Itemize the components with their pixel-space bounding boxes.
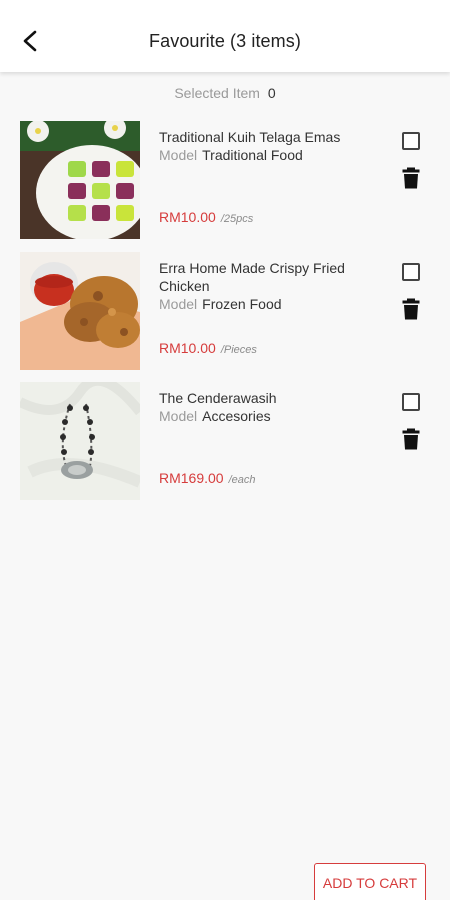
item-price: RM10.00 — [159, 209, 216, 225]
fried-chicken-image — [20, 252, 140, 370]
item-model: Model Traditional Food — [159, 146, 379, 164]
trash-icon[interactable] — [402, 428, 420, 450]
item-unit: /Pieces — [220, 344, 257, 356]
item-model-value: Accesories — [202, 408, 271, 424]
item-price: RM10.00 — [159, 340, 216, 356]
item-info: Erra Home Made Crispy Fried Chicken Mode… — [159, 259, 379, 313]
item-name[interactable]: Traditional Kuih Telaga Emas — [159, 128, 379, 146]
item-select-checkbox[interactable] — [402, 132, 420, 150]
item-model: Model Accesories — [159, 407, 379, 425]
item-info: The Cenderawasih Model Accesories — [159, 389, 379, 425]
item-select-checkbox[interactable] — [402, 393, 420, 411]
item-model-value: Traditional Food — [202, 147, 303, 163]
item-price-row: RM10.00/25pcs — [159, 209, 253, 227]
trash-icon[interactable] — [402, 167, 420, 189]
favourite-screen: Favourite (3 items) Selected Item 0 Trad… — [0, 0, 450, 900]
selected-item-count: 0 — [267, 85, 276, 101]
item-price-row: RM169.00/each — [159, 470, 256, 488]
item-model-label: Model — [159, 147, 198, 163]
item-name[interactable]: The Cenderawasih — [159, 389, 379, 407]
item-model-label: Model — [159, 296, 198, 312]
item-select-checkbox[interactable] — [402, 263, 420, 281]
product-image-necklace[interactable] — [20, 382, 140, 500]
item-unit: /25pcs — [220, 213, 254, 225]
product-image-kuih[interactable] — [20, 121, 140, 239]
item-unit: /each — [228, 474, 256, 486]
item-price: RM169.00 — [159, 470, 224, 486]
item-model-label: Model — [159, 408, 198, 424]
favourite-item[interactable]: Erra Home Made Crispy Fried Chicken Mode… — [0, 252, 450, 372]
favourite-item[interactable]: The Cenderawasih Model Accesories RM169.0… — [0, 382, 450, 502]
necklace-image — [20, 382, 140, 500]
kuih-image — [20, 121, 140, 239]
item-info: Traditional Kuih Telaga Emas Model Tradit… — [159, 128, 379, 164]
item-name[interactable]: Erra Home Made Crispy Fried Chicken — [159, 259, 379, 295]
selected-item-counter: Selected Item 0 — [0, 85, 450, 101]
page-title: Favourite (3 items) — [149, 31, 301, 51]
selected-item-label: Selected Item — [174, 85, 260, 101]
item-price-row: RM10.00/Pieces — [159, 340, 257, 358]
trash-icon[interactable] — [402, 298, 420, 320]
item-model: Model Frozen Food — [159, 295, 379, 313]
product-image-chicken[interactable] — [20, 252, 140, 370]
favourite-item[interactable]: Traditional Kuih Telaga Emas Model Tradit… — [0, 121, 450, 241]
item-model-value: Frozen Food — [202, 296, 282, 312]
app-header: Favourite (3 items) — [0, 0, 450, 72]
add-to-cart-button[interactable]: ADD TO CART — [314, 863, 426, 900]
